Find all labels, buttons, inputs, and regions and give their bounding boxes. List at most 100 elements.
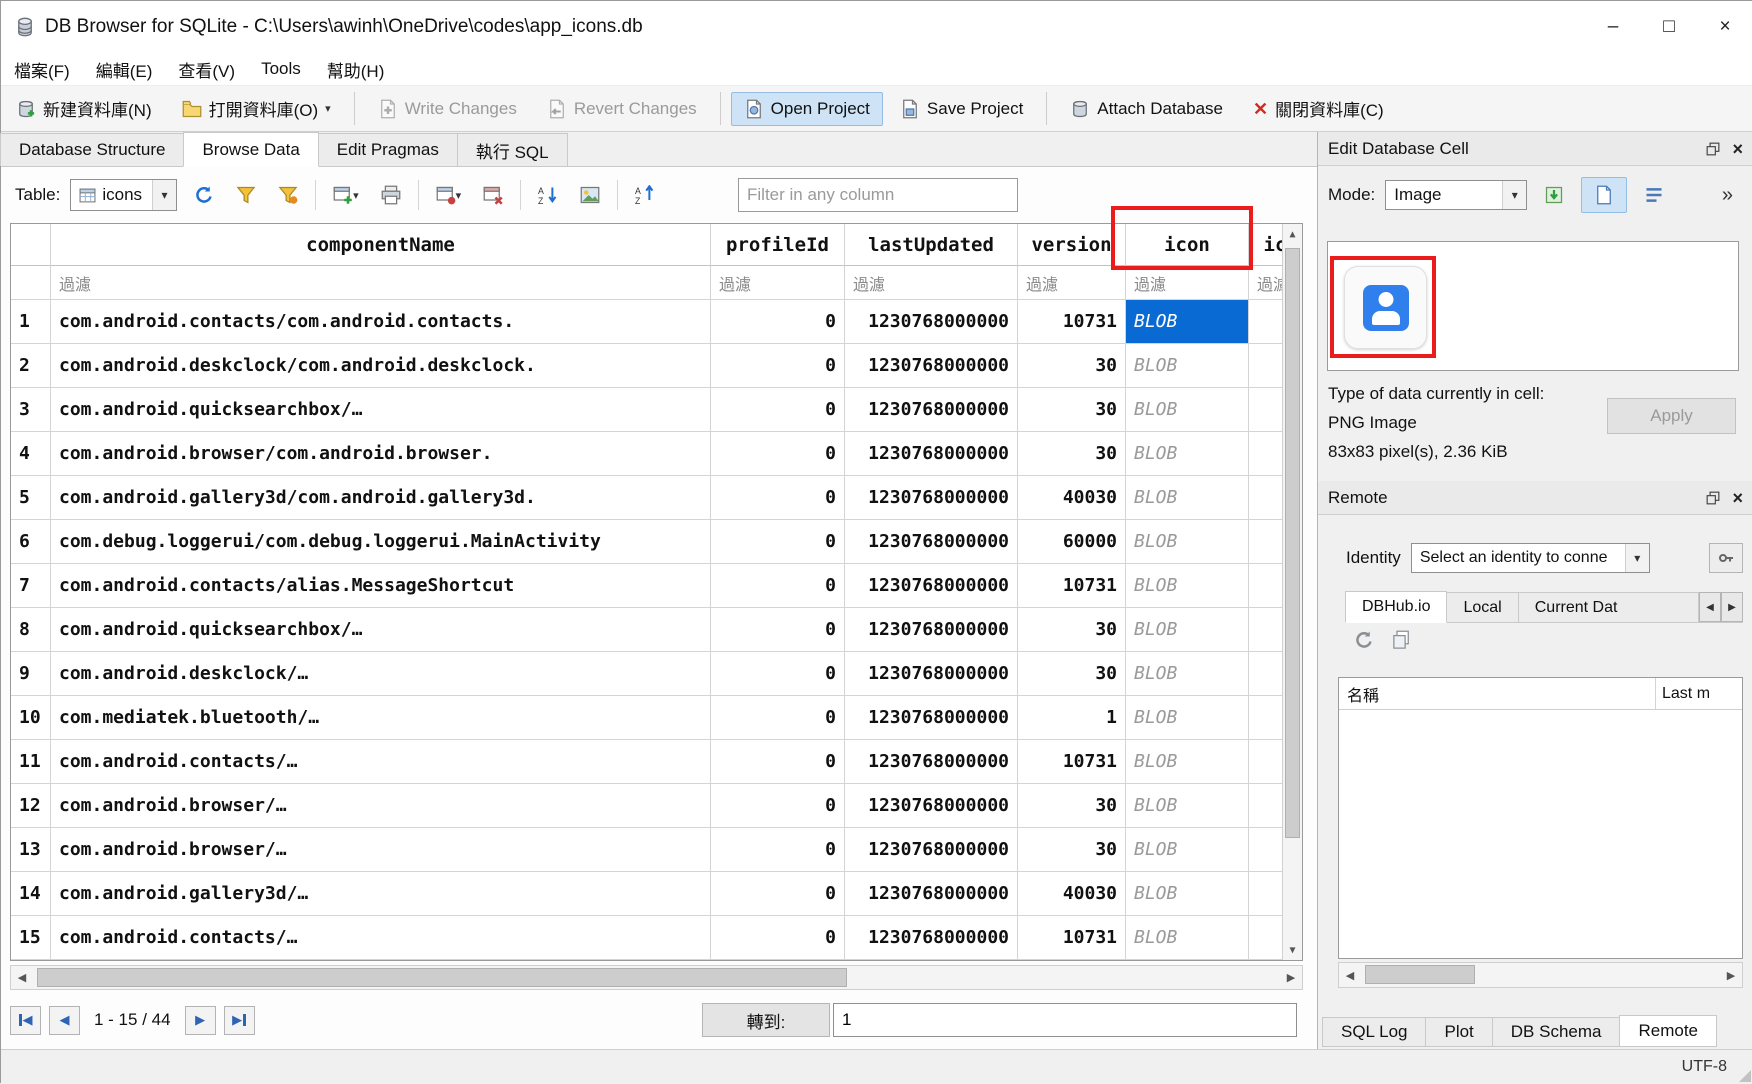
identity-select-arrow-icon[interactable]: ▾	[1625, 544, 1649, 572]
grid-cell-profileId[interactable]: 0	[711, 696, 845, 740]
grid-cell-version[interactable]: 10731	[1018, 300, 1126, 344]
grid-cell-componentName[interactable]: com.android.gallery3d/com.android.galler…	[51, 476, 711, 520]
grid-cell-componentName[interactable]: com.mediatek.bluetooth/…	[51, 696, 711, 740]
grid-cell-icon[interactable]: BLOB	[1126, 388, 1249, 432]
row-number-cell[interactable]: 7	[11, 564, 51, 608]
column-header-lastUpdated[interactable]: lastUpdated	[845, 224, 1018, 266]
float-panel-icon[interactable]	[1706, 142, 1720, 156]
grid-cell-profileId[interactable]: 0	[711, 916, 845, 960]
grid-cell-icon[interactable]: BLOB	[1126, 916, 1249, 960]
column-filter-input[interactable]: 過濾	[1018, 266, 1126, 300]
row-number-cell[interactable]: 4	[11, 432, 51, 476]
row-number-cell[interactable]: 8	[11, 608, 51, 652]
grid-cell-lastUpdated[interactable]: 1230768000000	[845, 520, 1018, 564]
grid-cell-lastUpdated[interactable]: 1230768000000	[845, 564, 1018, 608]
row-number-cell[interactable]: 15	[11, 916, 51, 960]
grid-cell-componentName[interactable]: com.android.contacts/…	[51, 916, 711, 960]
tab-browse-data[interactable]: Browse Data	[183, 132, 318, 167]
grid-cell-lastUpdated[interactable]: 1230768000000	[845, 476, 1018, 520]
table-row[interactable]: 14com.android.gallery3d/…012307680000004…	[11, 872, 1302, 916]
dock-tab-plot[interactable]: Plot	[1425, 1017, 1492, 1047]
new-record-caret-icon[interactable]: ▾	[353, 189, 359, 202]
tab-scroll-right-icon[interactable]: ▶	[1721, 592, 1743, 622]
scroll-left-arrow-icon[interactable]: ◀	[11, 966, 33, 989]
grid-cell-componentName[interactable]: com.android.deskclock/…	[51, 652, 711, 696]
column-header-profileId[interactable]: profileId	[711, 224, 845, 266]
grid-cell-profileId[interactable]: 0	[711, 344, 845, 388]
refresh-remote-button[interactable]	[1354, 630, 1374, 650]
grid-cell-profileId[interactable]: 0	[711, 564, 845, 608]
grid-cell-icon[interactable]: BLOB	[1126, 476, 1249, 520]
grid-cell-icon[interactable]: BLOB	[1126, 564, 1249, 608]
menu-view[interactable]: 查看(V)	[165, 53, 248, 85]
tab-database-structure[interactable]: Database Structure	[0, 133, 184, 166]
remote-tab-dbhub[interactable]: DBHub.io	[1345, 591, 1447, 623]
goto-button[interactable]: 轉到:	[702, 1003, 830, 1037]
table-row[interactable]: 6com.debug.loggerui/com.debug.loggerui.M…	[11, 520, 1302, 564]
duplicate-record-caret-icon[interactable]: ▾	[456, 189, 462, 202]
last-record-button[interactable]: ▶	[224, 1006, 255, 1035]
row-number-cell[interactable]: 1	[11, 300, 51, 344]
refresh-table-button[interactable]	[189, 180, 219, 210]
clone-database-button[interactable]	[1392, 630, 1412, 650]
grid-cell-version[interactable]: 30	[1018, 432, 1126, 476]
grid-cell-profileId[interactable]: 0	[711, 520, 845, 564]
grid-cell-icon[interactable]: BLOB	[1126, 300, 1249, 344]
grid-cell-componentName[interactable]: com.android.quicksearchbox/…	[51, 608, 711, 652]
grid-cell-version[interactable]: 30	[1018, 388, 1126, 432]
remote-tab-local[interactable]: Local	[1446, 592, 1518, 622]
table-row[interactable]: 1com.android.contacts/com.android.contac…	[11, 300, 1302, 344]
column-filter-input[interactable]: 過濾	[1126, 266, 1249, 300]
dock-tab-sql-log[interactable]: SQL Log	[1322, 1017, 1426, 1047]
grid-cell-lastUpdated[interactable]: 1230768000000	[845, 344, 1018, 388]
save-project-button[interactable]: Save Project	[887, 92, 1036, 126]
column-filter-input[interactable]: 過濾	[711, 266, 845, 300]
grid-cell-profileId[interactable]: 0	[711, 432, 845, 476]
grid-cell-lastUpdated[interactable]: 1230768000000	[845, 300, 1018, 344]
grid-cell-profileId[interactable]: 0	[711, 300, 845, 344]
row-number-cell[interactable]: 12	[11, 784, 51, 828]
row-number-cell[interactable]: 13	[11, 828, 51, 872]
grid-cell-lastUpdated[interactable]: 1230768000000	[845, 608, 1018, 652]
row-number-cell[interactable]: 2	[11, 344, 51, 388]
import-certificate-button[interactable]	[1709, 543, 1743, 573]
menu-help[interactable]: 幫助(H)	[314, 53, 398, 85]
remote-column-last-modified[interactable]: Last m	[1656, 678, 1742, 709]
tab-execute-sql[interactable]: 執行 SQL	[457, 133, 568, 166]
table-row[interactable]: 8com.android.quicksearchbox/…01230768000…	[11, 608, 1302, 652]
table-row[interactable]: 2com.android.deskclock/com.android.deskc…	[11, 344, 1302, 388]
remote-column-name[interactable]: 名稱	[1339, 678, 1656, 709]
display-format-button[interactable]	[575, 180, 605, 210]
table-row[interactable]: 10com.mediatek.bluetooth/…01230768000000…	[11, 696, 1302, 740]
encoding-indicator[interactable]: UTF-8	[1682, 1058, 1727, 1076]
table-row[interactable]: 9com.android.deskclock/…0123076800000030…	[11, 652, 1302, 696]
column-header-icon[interactable]: icon	[1126, 224, 1249, 266]
grid-cell-profileId[interactable]: 0	[711, 608, 845, 652]
vertical-scrollbar[interactable]: ▲ ▼	[1282, 224, 1302, 960]
grid-cell-icon[interactable]: BLOB	[1126, 784, 1249, 828]
previous-record-button[interactable]: ◀	[49, 1006, 80, 1035]
remote-horizontal-scrollbar[interactable]: ◀ ▶	[1338, 962, 1743, 988]
vertical-scrollbar-thumb[interactable]	[1285, 248, 1300, 838]
grid-cell-version[interactable]: 10731	[1018, 740, 1126, 784]
scroll-left-arrow-icon[interactable]: ◀	[1339, 963, 1361, 987]
grid-cell-version[interactable]: 30	[1018, 784, 1126, 828]
grid-cell-lastUpdated[interactable]: 1230768000000	[845, 784, 1018, 828]
tab-scroll-left-icon[interactable]: ◀	[1699, 592, 1721, 622]
grid-cell-profileId[interactable]: 0	[711, 476, 845, 520]
dock-tab-remote[interactable]: Remote	[1619, 1015, 1717, 1047]
table-row[interactable]: 5com.android.gallery3d/com.android.galle…	[11, 476, 1302, 520]
minimize-button[interactable]: –	[1585, 1, 1641, 53]
table-select[interactable]: icons ▾	[70, 179, 177, 211]
grid-cell-lastUpdated[interactable]: 1230768000000	[845, 696, 1018, 740]
grid-cell-profileId[interactable]: 0	[711, 784, 845, 828]
grid-cell-profileId[interactable]: 0	[711, 872, 845, 916]
table-row[interactable]: 12com.android.browser/…0123076800000030B…	[11, 784, 1302, 828]
grid-cell-lastUpdated[interactable]: 1230768000000	[845, 432, 1018, 476]
menu-edit[interactable]: 編輯(E)	[83, 53, 166, 85]
print-button[interactable]	[376, 180, 406, 210]
grid-cell-version[interactable]: 40030	[1018, 476, 1126, 520]
grid-cell-icon[interactable]: BLOB	[1126, 608, 1249, 652]
grid-cell-version[interactable]: 30	[1018, 652, 1126, 696]
grid-cell-icon[interactable]: BLOB	[1126, 696, 1249, 740]
